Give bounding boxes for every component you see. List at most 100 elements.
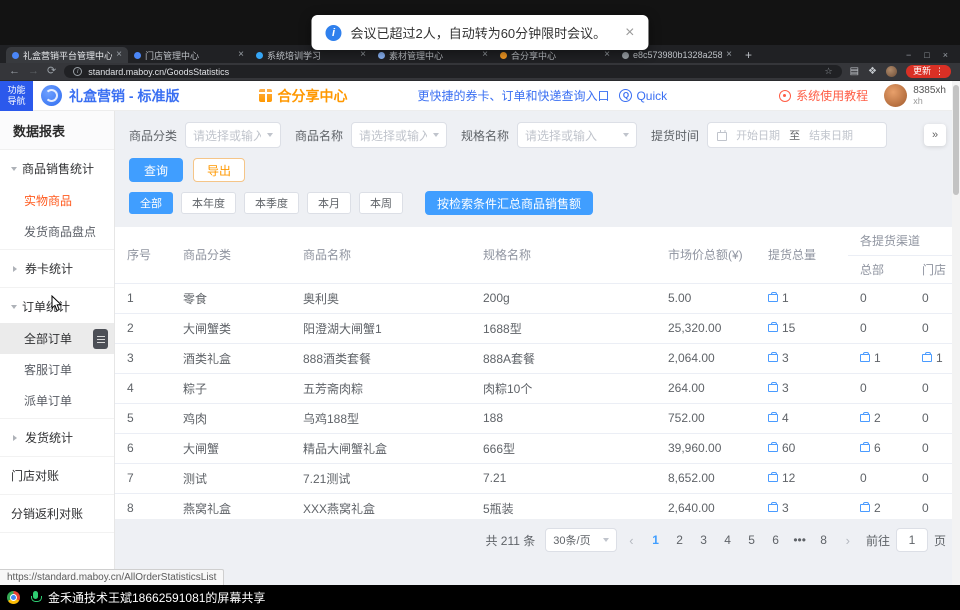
profile-avatar[interactable] xyxy=(886,66,897,77)
address-bar[interactable]: i standard.maboy.cn/GoodsStatistics ☆ xyxy=(64,65,841,78)
spec-select[interactable]: 请选择或输入 xyxy=(517,122,637,148)
drawer-handle[interactable] xyxy=(93,329,108,349)
tab-close-icon[interactable]: × xyxy=(604,50,610,60)
time-filter: 提货时间 开始日期 至 结束日期 xyxy=(651,122,887,148)
site-info-icon[interactable]: i xyxy=(73,67,82,76)
date-range-picker[interactable]: 开始日期 至 结束日期 xyxy=(707,122,887,148)
page-number[interactable]: 1 xyxy=(646,531,666,549)
kebab-menu-icon[interactable]: ⋮ xyxy=(935,67,944,76)
export-button[interactable]: 导出 xyxy=(193,158,245,182)
app-logo xyxy=(41,85,62,106)
pickup-count: 12 xyxy=(768,471,795,485)
scrollbar-thumb[interactable] xyxy=(953,85,959,195)
goto-label: 前往 xyxy=(866,532,890,549)
quick-search-link[interactable]: Q Quick xyxy=(619,89,667,103)
share-center-link[interactable]: 合分享中心 xyxy=(259,86,347,106)
table-cell: 7 xyxy=(115,463,171,493)
tab-close-icon[interactable]: × xyxy=(116,50,122,60)
quick-range-chip[interactable]: 本周 xyxy=(359,192,403,214)
page-number[interactable]: 4 xyxy=(718,531,738,549)
side-panel-icon[interactable]: ▤ xyxy=(850,67,859,77)
table-cell: 666型 xyxy=(471,433,656,463)
sidebar-group[interactable]: 商品销售统计 xyxy=(0,152,114,185)
sidebar-group-label: 券卡统计 xyxy=(25,260,73,277)
search-button[interactable]: 查询 xyxy=(129,158,183,182)
name-select[interactable]: 请选择或输入 xyxy=(351,122,447,148)
quick-range-group: 全部本年度本季度本月本周 xyxy=(129,192,403,214)
close-icon[interactable]: × xyxy=(625,25,634,41)
sidebar-item[interactable]: 发货商品盘点 xyxy=(0,216,114,247)
sidebar-item[interactable]: 实物商品 xyxy=(0,185,114,216)
quick-range-chip[interactable]: 本年度 xyxy=(181,192,236,214)
page-number[interactable]: 6 xyxy=(766,531,786,549)
next-page-icon[interactable]: › xyxy=(844,534,852,547)
page-number[interactable]: 8 xyxy=(814,531,834,549)
screen: i 会议已超过2人，自动转为60分钟限时会议。 × 礼盒营销平台管理中心×门店管… xyxy=(0,0,960,610)
page-number[interactable]: 5 xyxy=(742,531,762,549)
sidebar-group[interactable]: 订单统计 xyxy=(0,290,114,323)
table-cell: 4 xyxy=(756,403,848,433)
category-select[interactable]: 请选择或输入 xyxy=(185,122,281,148)
user-names: 8385xh xh xyxy=(913,85,946,107)
tab-close-icon[interactable]: × xyxy=(238,50,244,60)
tab-close-icon[interactable]: × xyxy=(482,50,488,60)
bookmark-star-icon[interactable]: ☆ xyxy=(824,67,832,76)
table-cell: 7.21 xyxy=(471,463,656,493)
browser-tab[interactable]: 门店管理中心× xyxy=(128,47,250,63)
col-header-channels-group: 各提货渠道 xyxy=(848,227,960,255)
update-button-label: 更新 xyxy=(913,67,931,76)
tab-close-icon[interactable]: × xyxy=(360,50,366,60)
pickup-value: 60 xyxy=(782,441,795,455)
sidebar-group[interactable]: 分销返利对账 xyxy=(0,497,114,530)
user-menu[interactable]: 8385xh xh xyxy=(884,84,946,107)
back-icon[interactable]: ← xyxy=(9,66,20,77)
update-button[interactable]: 更新 ⋮ xyxy=(906,65,951,78)
close-icon[interactable]: × xyxy=(943,50,948,60)
sidebar-group[interactable]: 发货统计 xyxy=(0,421,114,454)
browser-tab[interactable]: 礼盒营销平台管理中心× xyxy=(6,47,128,63)
extensions-icon[interactable]: ❖ xyxy=(868,67,877,77)
tab-favicon-icon xyxy=(378,52,385,59)
table-row: 2大闸蟹类阳澄湖大闸蟹11688型25,320.001500 xyxy=(115,313,960,343)
sidebar-item[interactable]: 客服订单 xyxy=(0,354,114,385)
sidebar-group[interactable]: 门店对账 xyxy=(0,459,114,492)
prev-page-icon[interactable]: ‹ xyxy=(627,534,635,547)
gift-icon xyxy=(259,89,272,102)
avatar xyxy=(884,84,907,107)
page-number[interactable]: 2 xyxy=(670,531,690,549)
category-filter: 商品分类 请选择或输入 xyxy=(129,122,281,148)
pickup-icon xyxy=(860,504,870,512)
pickup-icon xyxy=(860,354,870,362)
quick-range-chip[interactable]: 本季度 xyxy=(244,192,299,214)
table-cell: 3 xyxy=(756,493,848,519)
tab-close-icon[interactable]: × xyxy=(726,50,732,60)
collapse-panel-button[interactable]: » xyxy=(924,124,946,146)
summary-button[interactable]: 按检索条件汇总商品销售额 xyxy=(425,191,593,215)
chevron-right-icon xyxy=(13,435,20,441)
pickup-icon xyxy=(768,354,778,362)
forward-icon[interactable]: → xyxy=(28,66,39,77)
tutorial-link[interactable]: 系统使用教程 xyxy=(779,87,868,104)
sidebar-group[interactable]: 券卡统计 xyxy=(0,252,114,285)
table-cell: 0 xyxy=(848,463,910,493)
minimize-icon[interactable]: − xyxy=(906,50,911,60)
page-ellipsis[interactable]: ••• xyxy=(790,531,810,549)
maximize-icon[interactable]: □ xyxy=(924,50,929,60)
pickup-count: 2 xyxy=(860,411,881,425)
sidebar-title: 数据报表 xyxy=(0,111,114,150)
spec-select-placeholder: 请选择或输入 xyxy=(525,127,597,144)
scrollbar[interactable] xyxy=(952,81,960,585)
quick-range-chip[interactable]: 全部 xyxy=(129,192,173,214)
quick-range-chip[interactable]: 本月 xyxy=(307,192,351,214)
page-input[interactable]: 1 xyxy=(896,528,928,552)
reload-icon[interactable]: ⟳ xyxy=(47,66,56,77)
col-header-name: 商品名称 xyxy=(291,227,471,283)
tutorial-label: 系统使用教程 xyxy=(796,87,868,104)
function-nav-toggle[interactable]: 功能导航 xyxy=(0,81,33,111)
info-icon: i xyxy=(325,25,341,41)
page-size-select[interactable]: 30条/页 xyxy=(545,528,617,552)
new-tab-button[interactable]: + xyxy=(745,49,752,61)
page-number[interactable]: 3 xyxy=(694,531,714,549)
sidebar-item[interactable]: 派单订单 xyxy=(0,385,114,416)
table-cell: 2 xyxy=(848,493,910,519)
